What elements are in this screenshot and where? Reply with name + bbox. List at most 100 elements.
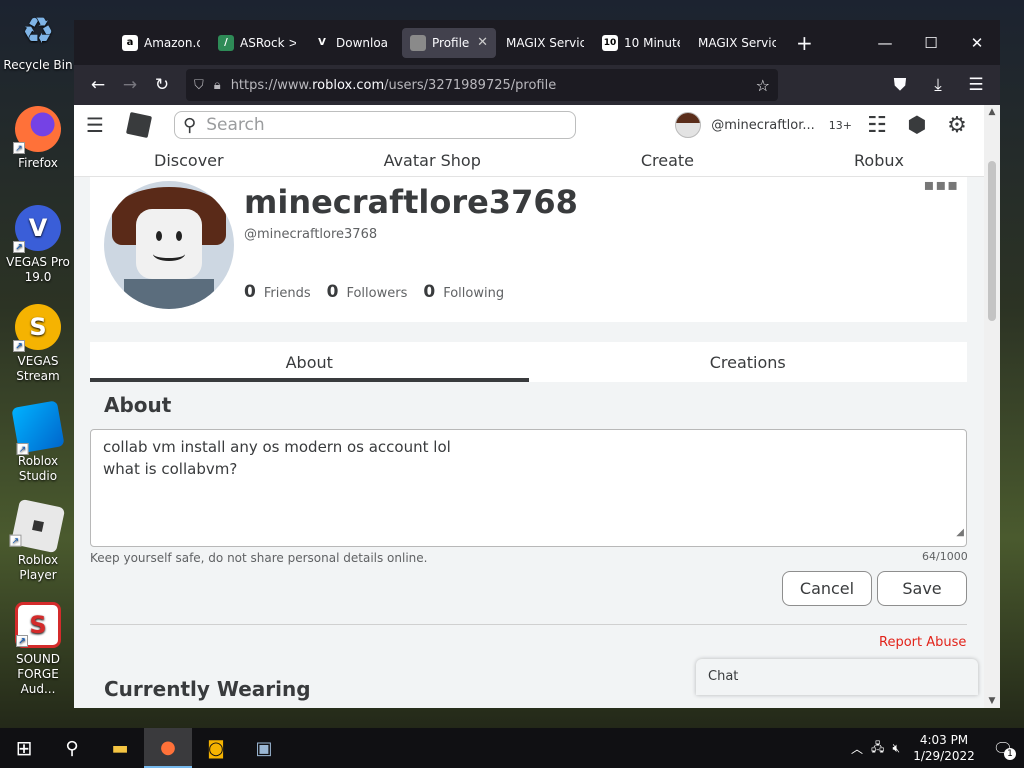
tab-about[interactable]: About	[90, 342, 529, 382]
avatar[interactable]	[675, 112, 702, 138]
network-icon[interactable]: 🖧	[871, 738, 884, 759]
shield-icon[interactable]: ⛉	[194, 78, 204, 93]
tab-magix-1[interactable]: MAGIX Servic	[498, 28, 592, 58]
friends-stat[interactable]: 0 Friends	[244, 282, 311, 302]
scrollbar-thumb[interactable]	[988, 161, 996, 321]
app-taskbar-icon[interactable]: ◙	[192, 728, 240, 768]
following-stat[interactable]: 0 Following	[423, 282, 504, 302]
tab-profile[interactable]: Profile ✕	[402, 27, 496, 58]
search-placeholder: Search	[206, 115, 265, 135]
file-explorer-icon[interactable]: ▬	[96, 728, 144, 768]
search-input[interactable]: ⚲ Search	[174, 111, 576, 139]
about-text: collab vm install any os modern os accou…	[103, 438, 451, 478]
lock-icon[interactable]: 🔒︎	[214, 78, 221, 93]
cancel-button[interactable]: Cancel	[782, 571, 872, 606]
gear-icon[interactable]: ⚙	[942, 113, 972, 138]
desktop-icon-vegas-stream[interactable]: S ↗ VEGAS Stream	[0, 304, 76, 384]
asrock-icon: /	[218, 34, 234, 51]
username-link[interactable]: @minecraftlor...	[711, 118, 815, 133]
ten-minute-icon: 10	[602, 34, 618, 51]
desktop-icon-vegas-pro[interactable]: V ↗ VEGAS Pro 19.0	[0, 205, 76, 285]
chevron-up-icon[interactable]: ︿	[851, 740, 863, 757]
resize-handle-icon[interactable]: ◢	[956, 522, 964, 544]
desktop-icon-label: VEGAS Pro 19.0	[6, 255, 70, 284]
recycle-bin-icon: ♻	[21, 10, 55, 52]
tab-download[interactable]: V Downloa	[306, 28, 400, 58]
roblox-tab-icon	[410, 34, 426, 51]
robux-icon[interactable]: ⬢	[902, 113, 932, 138]
download-icon[interactable]: ⤓	[922, 69, 954, 101]
nav-create[interactable]: Create	[641, 151, 694, 170]
firefox-icon: ↗	[13, 106, 61, 154]
vegas-stream-icon: S ↗	[13, 304, 61, 352]
desktop-icon-roblox-studio[interactable]: ↗ Roblox Studio	[0, 400, 76, 484]
desktop-icon-label: SOUND FORGE Aud...	[15, 652, 61, 696]
safety-note: Keep yourself safe, do not share persona…	[90, 551, 428, 565]
notification-center-icon[interactable]: 🗨︎ 1	[988, 739, 1018, 760]
new-tab-button[interactable]: +	[796, 31, 813, 55]
profile-header: ▪▪▪ minecraftlore3768 @minecraftlore3768…	[90, 177, 967, 322]
clock[interactable]: 4:03 PM 1/29/2022	[908, 732, 980, 764]
pocket-icon[interactable]: ⛊	[884, 69, 916, 101]
system-tray: ︿ 🖧 🔇︎ 4:03 PM 1/29/2022 🗨︎ 1	[851, 732, 1024, 764]
tab-10-minute[interactable]: 10 10 Minute	[594, 28, 688, 58]
page-scrollbar[interactable]: ▲ ▼	[984, 105, 1000, 708]
vegas-pro-icon: V ↗	[13, 205, 61, 253]
control-panel-icon[interactable]: ▣	[240, 728, 288, 768]
roblox-logo[interactable]	[125, 111, 153, 139]
clock-time: 4:03 PM	[919, 733, 969, 747]
profile-stats: 0 Friends 0 Followers 0 Following	[244, 282, 504, 302]
nav-bar: ← → ↻ ⛉ 🔒︎ https://www.roblox.com/users/…	[74, 65, 1000, 105]
search-icon[interactable]: ⚲	[48, 728, 96, 768]
bookmark-star-icon[interactable]: ☆	[756, 76, 770, 95]
followers-stat[interactable]: 0 Followers	[327, 282, 408, 302]
profile-display-name: minecraftlore3768	[244, 183, 578, 221]
firefox-taskbar-icon[interactable]: ●	[144, 728, 192, 768]
nav-avatar-shop[interactable]: Avatar Shop	[384, 151, 481, 170]
clock-date: 1/29/2022	[913, 749, 975, 763]
nav-discover[interactable]: Discover	[154, 151, 224, 170]
back-button[interactable]: ←	[82, 69, 114, 101]
robux-list-icon[interactable]: ☷	[862, 113, 892, 138]
tab-magix-2[interactable]: MAGIX Servic	[690, 28, 784, 58]
reload-button[interactable]: ↻	[146, 69, 178, 101]
tab-asrock[interactable]: / ASRock >	[210, 28, 304, 58]
volume-muted-icon[interactable]: 🔇︎	[892, 741, 900, 756]
scroll-down-icon[interactable]: ▼	[984, 696, 1000, 706]
nav-robux[interactable]: Robux	[854, 151, 904, 170]
desktop-icon-label: Roblox Player	[17, 553, 59, 582]
roblox-header: ☰ ⚲ Search @minecraftlor... 13+ ☷ ⬢ ⚙	[74, 105, 984, 145]
tab-amazon[interactable]: a Amazon.c	[114, 28, 208, 58]
maximize-button[interactable]: ☐	[908, 20, 954, 65]
roblox-page: ☰ ⚲ Search @minecraftlor... 13+ ☷ ⬢ ⚙ Di…	[74, 105, 984, 708]
vegas-icon: V	[318, 37, 326, 48]
forward-button[interactable]: →	[114, 69, 146, 101]
minimize-button[interactable]: —	[862, 20, 908, 65]
desktop-icon-firefox[interactable]: ↗ Firefox	[0, 106, 76, 171]
roblox-nav: Discover Avatar Shop Create Robux	[74, 145, 984, 177]
browser-window: a Amazon.c / ASRock > V Downloa Profile …	[74, 20, 1000, 708]
desktop-icon-roblox-player[interactable]: ↗ Roblox Player	[0, 498, 76, 583]
tab-creations[interactable]: Creations	[529, 342, 968, 382]
desktop-icon-sound-forge[interactable]: S ↗ SOUND FORGE Aud...	[0, 602, 76, 697]
close-window-button[interactable]: ✕	[954, 20, 1000, 65]
hamburger-menu-icon[interactable]: ☰	[86, 113, 112, 137]
chat-bar[interactable]: Chat	[696, 659, 978, 695]
app-menu-icon[interactable]: ☰	[960, 69, 992, 101]
url-text: https://www.roblox.com/users/3271989725/…	[230, 77, 557, 93]
roblox-studio-icon: ↗	[11, 400, 65, 456]
report-abuse-link[interactable]: Report Abuse	[879, 635, 966, 650]
desktop-icon-recycle-bin[interactable]: ♻ Recycle Bin	[0, 8, 76, 73]
scroll-up-icon[interactable]: ▲	[984, 107, 1000, 117]
about-textarea[interactable]: collab vm install any os modern os accou…	[90, 429, 967, 547]
tab-bar: a Amazon.c / ASRock > V Downloa Profile …	[74, 20, 1000, 65]
save-button[interactable]: Save	[877, 571, 967, 606]
more-options-icon[interactable]: ▪▪▪	[923, 177, 959, 194]
desktop-icon-label: Firefox	[18, 156, 58, 170]
windows-start-icon[interactable]: ⊞	[0, 728, 48, 768]
close-tab-icon[interactable]: ✕	[477, 35, 488, 50]
url-bar[interactable]: ⛉ 🔒︎ https://www.roblox.com/users/327198…	[186, 69, 778, 101]
desktop-icon-label: Recycle Bin	[3, 58, 73, 72]
character-count: 64/1000	[922, 550, 968, 563]
sound-forge-icon: S ↗	[15, 602, 61, 648]
